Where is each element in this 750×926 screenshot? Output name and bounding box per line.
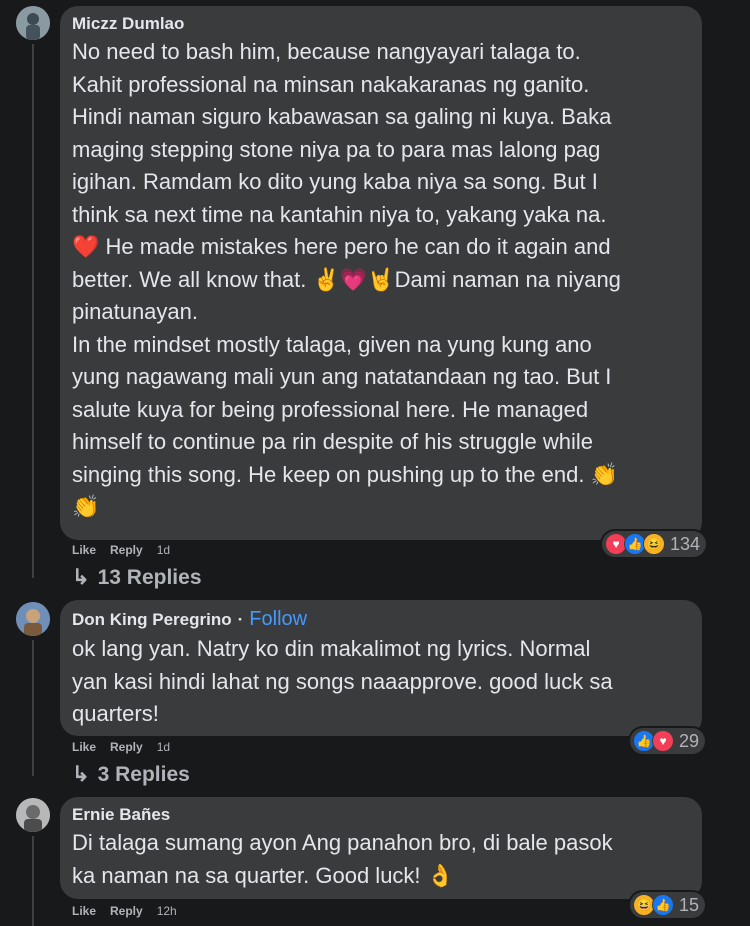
comment-actions: Like Reply 1d — [72, 543, 184, 557]
follow-button[interactable]: Follow — [249, 608, 307, 631]
reaction-count: 29 — [679, 730, 700, 751]
like-reaction-icon: 👍 — [652, 894, 674, 916]
avatar[interactable] — [16, 6, 50, 40]
comment-text: Di talaga sumang ayon Ang panahon bro, d… — [72, 830, 613, 888]
reaction-summary[interactable]: 😆 👍 15 — [630, 892, 706, 918]
avatar[interactable] — [16, 798, 50, 832]
reply-button[interactable]: Reply — [110, 740, 143, 754]
avatar[interactable] — [16, 602, 50, 636]
avatar-image — [16, 798, 50, 832]
reaction-count: 134 — [670, 533, 701, 554]
thread-line — [32, 836, 34, 926]
reaction-summary[interactable]: ♥ 👍 😆 134 — [602, 531, 707, 557]
separator-dot: · — [237, 609, 244, 629]
comment-bubble: Ernie Bañes Di talaga sumang ayon Ang pa… — [60, 797, 702, 899]
like-button[interactable]: Like — [72, 543, 96, 557]
reply-arrow-icon: ↳ — [72, 763, 90, 786]
like-button[interactable]: Like — [72, 904, 96, 918]
view-replies-button[interactable]: ↳ 3 Replies — [72, 762, 190, 787]
view-replies-button[interactable]: ↳ 13 Replies — [72, 565, 202, 590]
comment-text: ok lang yan. Natry ko din makalimot ng l… — [72, 636, 613, 726]
thread-line — [32, 44, 34, 578]
like-button[interactable]: Like — [72, 740, 96, 754]
haha-reaction-icon: 😆 — [643, 533, 665, 555]
timestamp[interactable]: 1d — [157, 740, 170, 754]
replies-label: 3 Replies — [97, 762, 190, 786]
reaction-summary[interactable]: 👍 ♥ 29 — [630, 728, 706, 754]
comment-bubble: Don King Peregrino · Follow ok lang yan.… — [60, 600, 702, 736]
reply-button[interactable]: Reply — [110, 543, 143, 557]
comment-author: Don King Peregrino · Follow — [72, 608, 690, 631]
comment-text: No need to bash him, because nangyayari … — [72, 39, 621, 519]
timestamp[interactable]: 1d — [157, 543, 170, 557]
reply-button[interactable]: Reply — [110, 904, 143, 918]
comment-actions: Like Reply 12h — [72, 904, 191, 918]
comment-actions: Like Reply 1d — [72, 740, 184, 754]
reply-arrow-icon: ↳ — [72, 566, 90, 589]
comment-bubble: Miczz Dumlao No need to bash him, becaus… — [60, 6, 702, 540]
comment-author[interactable]: Ernie Bañes — [72, 805, 690, 825]
avatar-image — [16, 6, 50, 40]
author-name[interactable]: Don King Peregrino — [72, 610, 232, 630]
love-reaction-icon: ♥ — [652, 730, 674, 752]
avatar-image — [16, 602, 50, 636]
replies-label: 13 Replies — [97, 565, 202, 589]
comment-author[interactable]: Miczz Dumlao — [72, 14, 690, 34]
thread-line — [32, 640, 34, 776]
reaction-count: 15 — [679, 894, 700, 915]
timestamp[interactable]: 12h — [157, 904, 177, 918]
